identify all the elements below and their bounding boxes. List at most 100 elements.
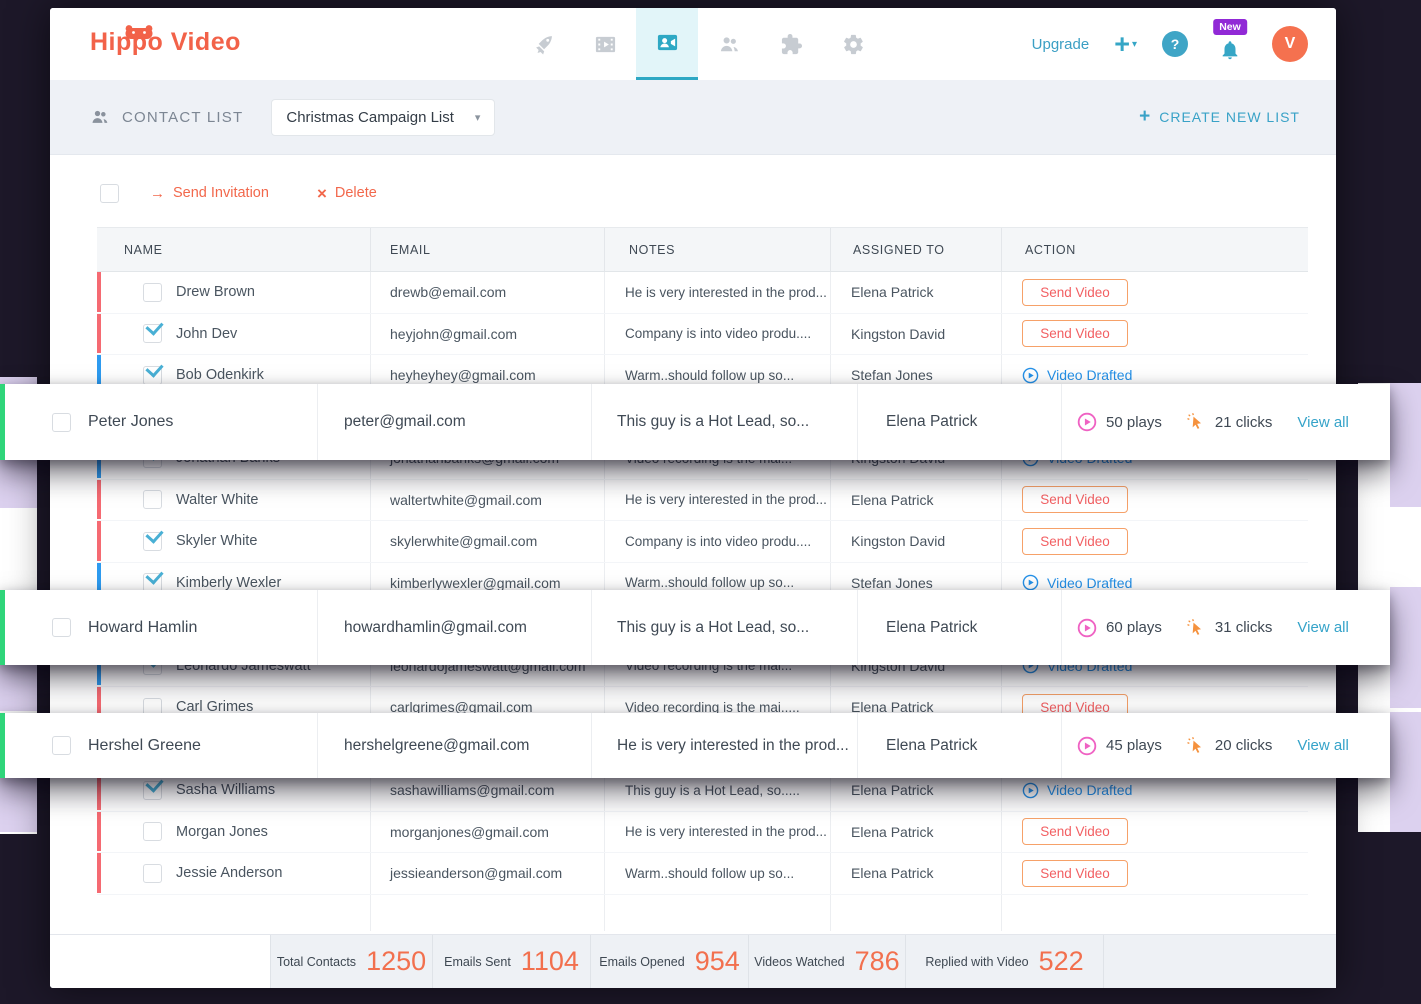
close-icon: × (317, 185, 327, 202)
select-all-checkbox[interactable] (100, 184, 119, 203)
contact-notes: He is very interested in the prod... (592, 713, 858, 778)
send-invitation-button[interactable]: → Send Invitation (150, 185, 269, 202)
row-checkbox[interactable] (143, 366, 162, 385)
view-all-link[interactable]: View all (1297, 619, 1348, 636)
list-selector-dropdown[interactable]: Christmas Campaign List ▾ (271, 99, 495, 136)
contact-notes: This guy is a Hot Lead, so... (592, 384, 858, 460)
contact-name: Kimberly Wexler (176, 575, 281, 591)
send-video-button[interactable]: Send Video (1022, 860, 1128, 887)
stat-videos-watched: Videos Watched 786 (749, 935, 906, 988)
row-checkbox[interactable] (52, 413, 71, 432)
contact-table-area: → Send Invitation × Delete NAME EMAIL NO… (50, 155, 1336, 935)
contact-notes: He is very interested in the prod... (605, 480, 831, 521)
video-drafted-link[interactable]: Video Drafted (1022, 574, 1132, 591)
table-row: Jessie Anderson jessieanderson@gmail.com… (97, 853, 1308, 895)
backdrop-purple-panel (0, 776, 37, 832)
stat-emails-opened: Emails Opened 954 (591, 935, 749, 988)
help-button[interactable]: ? (1162, 31, 1188, 57)
contact-email: morganjones@gmail.com (371, 812, 605, 853)
contact-name: Howard Hamlin (88, 619, 197, 637)
contact-notes: This guy is a Hot Lead, so... (592, 590, 858, 665)
contact-email: waltertwhite@gmail.com (371, 480, 605, 521)
nav-integrations[interactable] (760, 8, 822, 80)
row-checkbox[interactable] (143, 532, 162, 551)
send-video-button[interactable]: Send Video (1022, 528, 1128, 555)
avatar[interactable]: V (1272, 26, 1308, 62)
row-color-bar (97, 480, 101, 520)
row-checkbox[interactable] (52, 618, 71, 637)
clicks-stat: 31 clicks (1186, 618, 1273, 638)
main-nav (512, 8, 884, 80)
floating-contact-row: Peter Jones peter@gmail.com This guy is … (0, 384, 1390, 460)
users-icon (718, 33, 741, 56)
cursor-click-icon (1186, 412, 1206, 432)
plays-stat: 45 plays (1077, 736, 1162, 756)
view-all-link[interactable]: View all (1297, 414, 1348, 431)
floating-contact-row: Howard Hamlin howardhamlin@gmail.com Thi… (0, 590, 1390, 665)
contact-name: Sasha Williams (176, 782, 275, 798)
clicks-stat: 21 clicks (1186, 412, 1273, 432)
play-circle-icon (1022, 574, 1039, 591)
cursor-click-icon (1186, 736, 1206, 756)
contacts-table: NAME EMAIL NOTES ASSIGNED TO ACTION Drew… (97, 227, 1308, 931)
top-right-cluster: Upgrade + ▾ ? New V (1032, 8, 1336, 80)
rocket-icon (532, 33, 555, 56)
chevron-down-icon: ▾ (475, 111, 481, 124)
send-video-button[interactable]: Send Video (1022, 279, 1128, 306)
row-checkbox[interactable] (143, 324, 162, 343)
contact-email: hershelgreene@gmail.com (318, 713, 592, 778)
logo-text: Hippo Video (90, 28, 241, 56)
video-drafted-link[interactable]: Video Drafted (1022, 367, 1132, 384)
send-video-button[interactable]: Send Video (1022, 818, 1128, 845)
send-video-button[interactable]: Send Video (1022, 486, 1128, 513)
floating-contact-row: Hershel Greene hershelgreene@gmail.com H… (0, 713, 1390, 778)
nav-users[interactable] (698, 8, 760, 80)
nav-contacts[interactable] (636, 8, 698, 80)
backdrop-purple-panel (1390, 712, 1421, 832)
nav-settings[interactable] (822, 8, 884, 80)
assigned-to: Elena Patrick (858, 590, 1062, 665)
assigned-to: Elena Patrick (831, 272, 1002, 313)
send-invitation-label: Send Invitation (173, 185, 269, 201)
plays-stat: 60 plays (1077, 618, 1162, 638)
stat-label: Emails Opened (599, 955, 684, 969)
contacts-icon (90, 107, 110, 127)
backdrop-purple-panel (0, 663, 37, 711)
view-all-link[interactable]: View all (1297, 737, 1348, 754)
send-video-button[interactable]: Send Video (1022, 320, 1128, 347)
nav-rocket[interactable] (512, 8, 574, 80)
stat-label: Videos Watched (754, 955, 844, 969)
assigned-to: Elena Patrick (831, 853, 1002, 894)
contact-list-label: CONTACT LIST (122, 109, 243, 126)
row-checkbox[interactable] (52, 736, 71, 755)
top-navigation-bar: Hippo Video (50, 8, 1336, 81)
contact-name: Morgan Jones (176, 824, 268, 840)
contact-email: drewb@email.com (371, 272, 605, 313)
create-new-list-button[interactable]: + CREATE NEW LIST (1139, 106, 1300, 128)
stat-value: 1250 (366, 946, 426, 977)
new-badge: New (1213, 19, 1247, 35)
stat-value: 522 (1039, 946, 1084, 977)
contact-list-header: CONTACT LIST Christmas Campaign List ▾ +… (50, 80, 1336, 155)
contact-email: skylerwhite@gmail.com (371, 521, 605, 562)
row-color-bar (97, 521, 101, 561)
backdrop-purple-panel (0, 460, 37, 508)
delete-button[interactable]: × Delete (317, 185, 377, 202)
contact-name: Hershel Greene (88, 737, 201, 755)
upgrade-link[interactable]: Upgrade (1032, 36, 1090, 53)
notifications-button[interactable]: New (1213, 31, 1247, 71)
row-checkbox[interactable] (143, 283, 162, 302)
row-checkbox[interactable] (143, 864, 162, 883)
quick-create-button[interactable]: + ▾ (1114, 31, 1137, 58)
contact-name: Peter Jones (88, 413, 173, 431)
contact-notes: Company is into video produ.... (605, 314, 831, 355)
assigned-to: Elena Patrick (831, 480, 1002, 521)
assigned-to: Kingston David (831, 521, 1002, 562)
nav-videos[interactable] (574, 8, 636, 80)
video-drafted-link[interactable]: Video Drafted (1022, 782, 1132, 799)
hippo-video-logo[interactable]: Hippo Video (90, 28, 241, 57)
row-checkbox[interactable] (143, 781, 162, 800)
create-new-list-label: CREATE NEW LIST (1159, 109, 1300, 125)
row-checkbox[interactable] (143, 822, 162, 841)
row-checkbox[interactable] (143, 490, 162, 509)
